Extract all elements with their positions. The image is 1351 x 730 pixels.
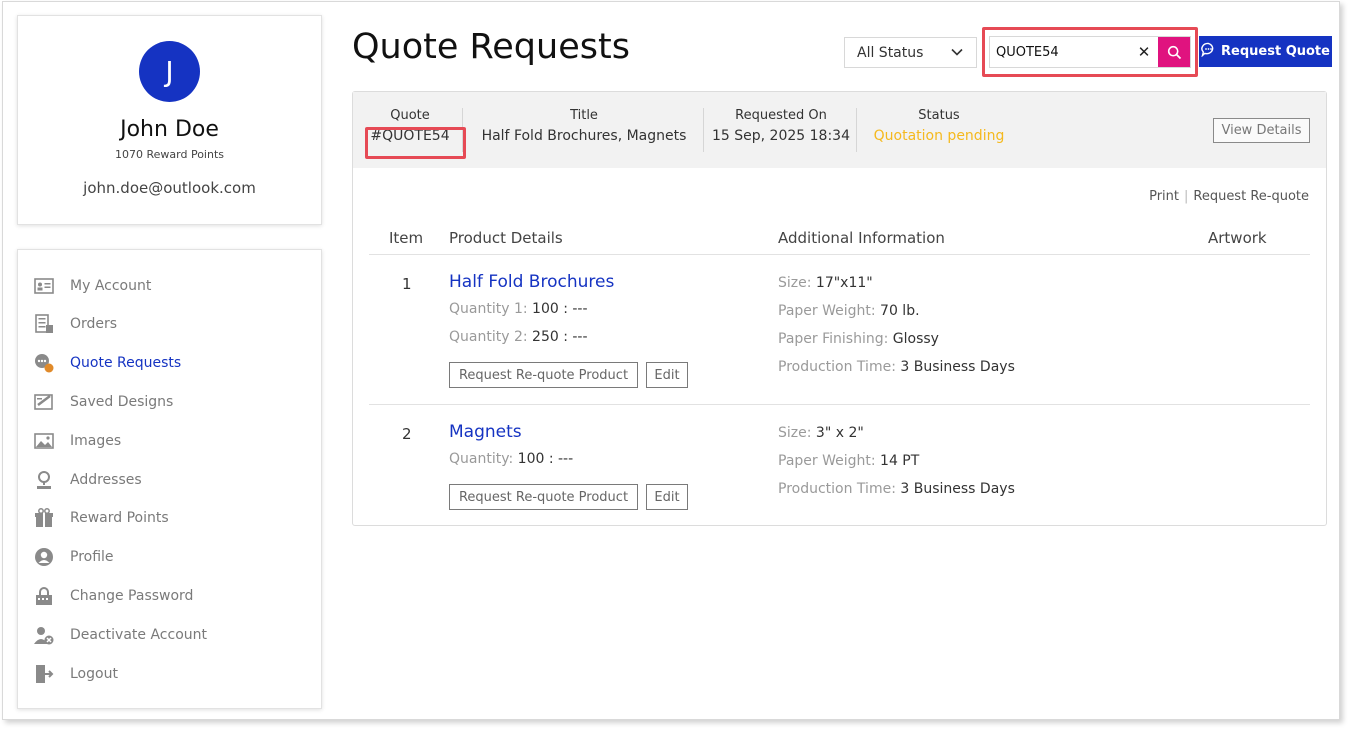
column-divider: [856, 108, 857, 152]
sidebar-item-label: Change Password: [70, 588, 194, 604]
lock-icon: [33, 586, 55, 606]
chat-bubble-icon: [1201, 42, 1216, 61]
quote-title-column: Title Half Fold Brochures, Magnets: [469, 108, 699, 144]
edit-button[interactable]: Edit: [646, 484, 688, 510]
design-icon: [33, 392, 55, 412]
edit-button[interactable]: Edit: [646, 362, 688, 388]
search-icon: [1167, 45, 1181, 59]
header-divider: [369, 254, 1310, 255]
sidebar-item-quote-requests[interactable]: Quote Requests: [33, 351, 303, 375]
link-separator: |: [1183, 189, 1189, 204]
sidebar-item-label: Reward Points: [70, 510, 169, 526]
sidebar-item-label: Quote Requests: [70, 355, 182, 371]
user-remove-icon: [33, 625, 55, 645]
logout-icon: [33, 664, 55, 684]
sidebar-item-label: Profile: [70, 549, 114, 565]
requested-on-label: Requested On: [735, 108, 827, 123]
item-column-header: Item: [389, 229, 424, 247]
print-links: Print | Request Re-quote: [1149, 189, 1309, 204]
status-column: Status Quotation pending: [863, 108, 1015, 144]
sidebar-item-label: Addresses: [70, 472, 142, 488]
print-link[interactable]: Print: [1149, 189, 1179, 204]
quote-chat-icon: [33, 353, 55, 373]
quote-title: Half Fold Brochures, Magnets: [481, 128, 687, 144]
request-requote-product-button[interactable]: Request Re-quote Product: [449, 484, 638, 510]
sidebar-item-label: Orders: [70, 316, 118, 332]
quote-summary-header: Quote #QUOTE54 Title Half Fold Brochures…: [353, 92, 1326, 168]
sidebar-item-deactivate-account[interactable]: Deactivate Account: [33, 623, 303, 647]
sidebar-item-logout[interactable]: Logout: [33, 662, 303, 686]
spec-line: Production Time: 3 Business Days: [778, 359, 1015, 375]
sidebar-item-reward-points[interactable]: Reward Points: [33, 506, 303, 530]
request-quote-label: Request Quote: [1221, 44, 1330, 59]
product-name-link[interactable]: Half Fold Brochures: [449, 272, 614, 292]
sidebar-item-orders[interactable]: Orders: [33, 312, 303, 336]
artwork-column-header: Artwork: [1208, 229, 1267, 247]
clear-search-icon[interactable]: ✕: [1130, 43, 1158, 61]
quote-id-highlight-box: [365, 127, 466, 159]
sidebar-item-images[interactable]: Images: [33, 429, 303, 453]
quantity-line: Quantity 1: 100 : ---: [449, 301, 588, 317]
requested-on-column: Requested On 15 Sep, 2025 18:34: [709, 108, 853, 144]
sidebar-item-saved-designs[interactable]: Saved Designs: [33, 390, 303, 414]
item-number: 1: [402, 275, 412, 293]
chevron-down-icon: [950, 45, 964, 63]
status-badge: Quotation pending: [873, 128, 1005, 144]
view-details-button[interactable]: View Details: [1213, 118, 1310, 143]
reward-points: 1070 Reward Points: [115, 148, 224, 161]
request-quote-button[interactable]: Request Quote: [1199, 36, 1332, 67]
profile-icon: [33, 547, 55, 567]
request-requote-link[interactable]: Request Re-quote: [1193, 189, 1309, 204]
sidebar-item-label: Saved Designs: [70, 394, 174, 410]
spec-line: Paper Weight: 14 PT: [778, 453, 920, 469]
requested-on-value: 15 Sep, 2025 18:34: [712, 128, 850, 144]
request-requote-product-button[interactable]: Request Re-quote Product: [449, 362, 638, 388]
item-number: 2: [402, 425, 412, 443]
sidebar-item-label: Logout: [70, 666, 118, 682]
profile-card: J John Doe 1070 Reward Points john.doe@o…: [17, 15, 322, 225]
sidebar-item-profile[interactable]: Profile: [33, 545, 303, 569]
sidebar-item-label: My Account: [70, 278, 152, 294]
search-input[interactable]: [990, 44, 1130, 60]
images-icon: [33, 431, 55, 451]
page-title: Quote Requests: [352, 27, 630, 67]
location-icon: [33, 470, 55, 490]
gift-icon: [33, 508, 55, 528]
sidebar-item-addresses[interactable]: Addresses: [33, 468, 303, 492]
user-name: John Doe: [120, 117, 219, 142]
user-email: john.doe@outlook.com: [83, 179, 256, 197]
quantity-line: Quantity 2: 250 : ---: [449, 329, 588, 345]
spec-line: Production Time: 3 Business Days: [778, 481, 1015, 497]
spec-line: Paper Weight: 70 lb.: [778, 303, 920, 319]
product-name-link[interactable]: Magnets: [449, 422, 522, 442]
status-label: Status: [918, 108, 960, 123]
spec-line: Paper Finishing: Glossy: [778, 331, 939, 347]
column-divider: [703, 108, 704, 152]
sidebar-item-change-password[interactable]: Change Password: [33, 584, 303, 608]
avatar: J: [139, 41, 200, 102]
sidebar-item-label: Images: [70, 433, 122, 449]
spec-line: Size: 3" x 2": [778, 425, 864, 441]
sidebar-item-my-account[interactable]: My Account: [33, 274, 303, 298]
quote-label: Quote: [390, 108, 430, 123]
search-box: ✕: [989, 36, 1191, 68]
row-divider: [369, 404, 1310, 405]
search-button[interactable]: [1158, 37, 1190, 67]
sidebar-item-label: Deactivate Account: [70, 627, 207, 643]
id-card-icon: [33, 276, 55, 296]
additional-info-column-header: Additional Information: [778, 229, 945, 247]
status-filter-value: All Status: [857, 44, 924, 61]
orders-icon: [33, 314, 55, 334]
sidebar-menu: My Account Orders Quote Requests Saved D…: [17, 249, 322, 709]
product-details-column-header: Product Details: [449, 229, 563, 247]
quote-panel: Quote #QUOTE54 Title Half Fold Brochures…: [352, 91, 1327, 526]
quantity-line: Quantity: 100 : ---: [449, 451, 574, 467]
spec-line: Size: 17"x11": [778, 275, 873, 291]
status-filter-select[interactable]: All Status: [844, 37, 977, 68]
title-label: Title: [570, 108, 598, 123]
